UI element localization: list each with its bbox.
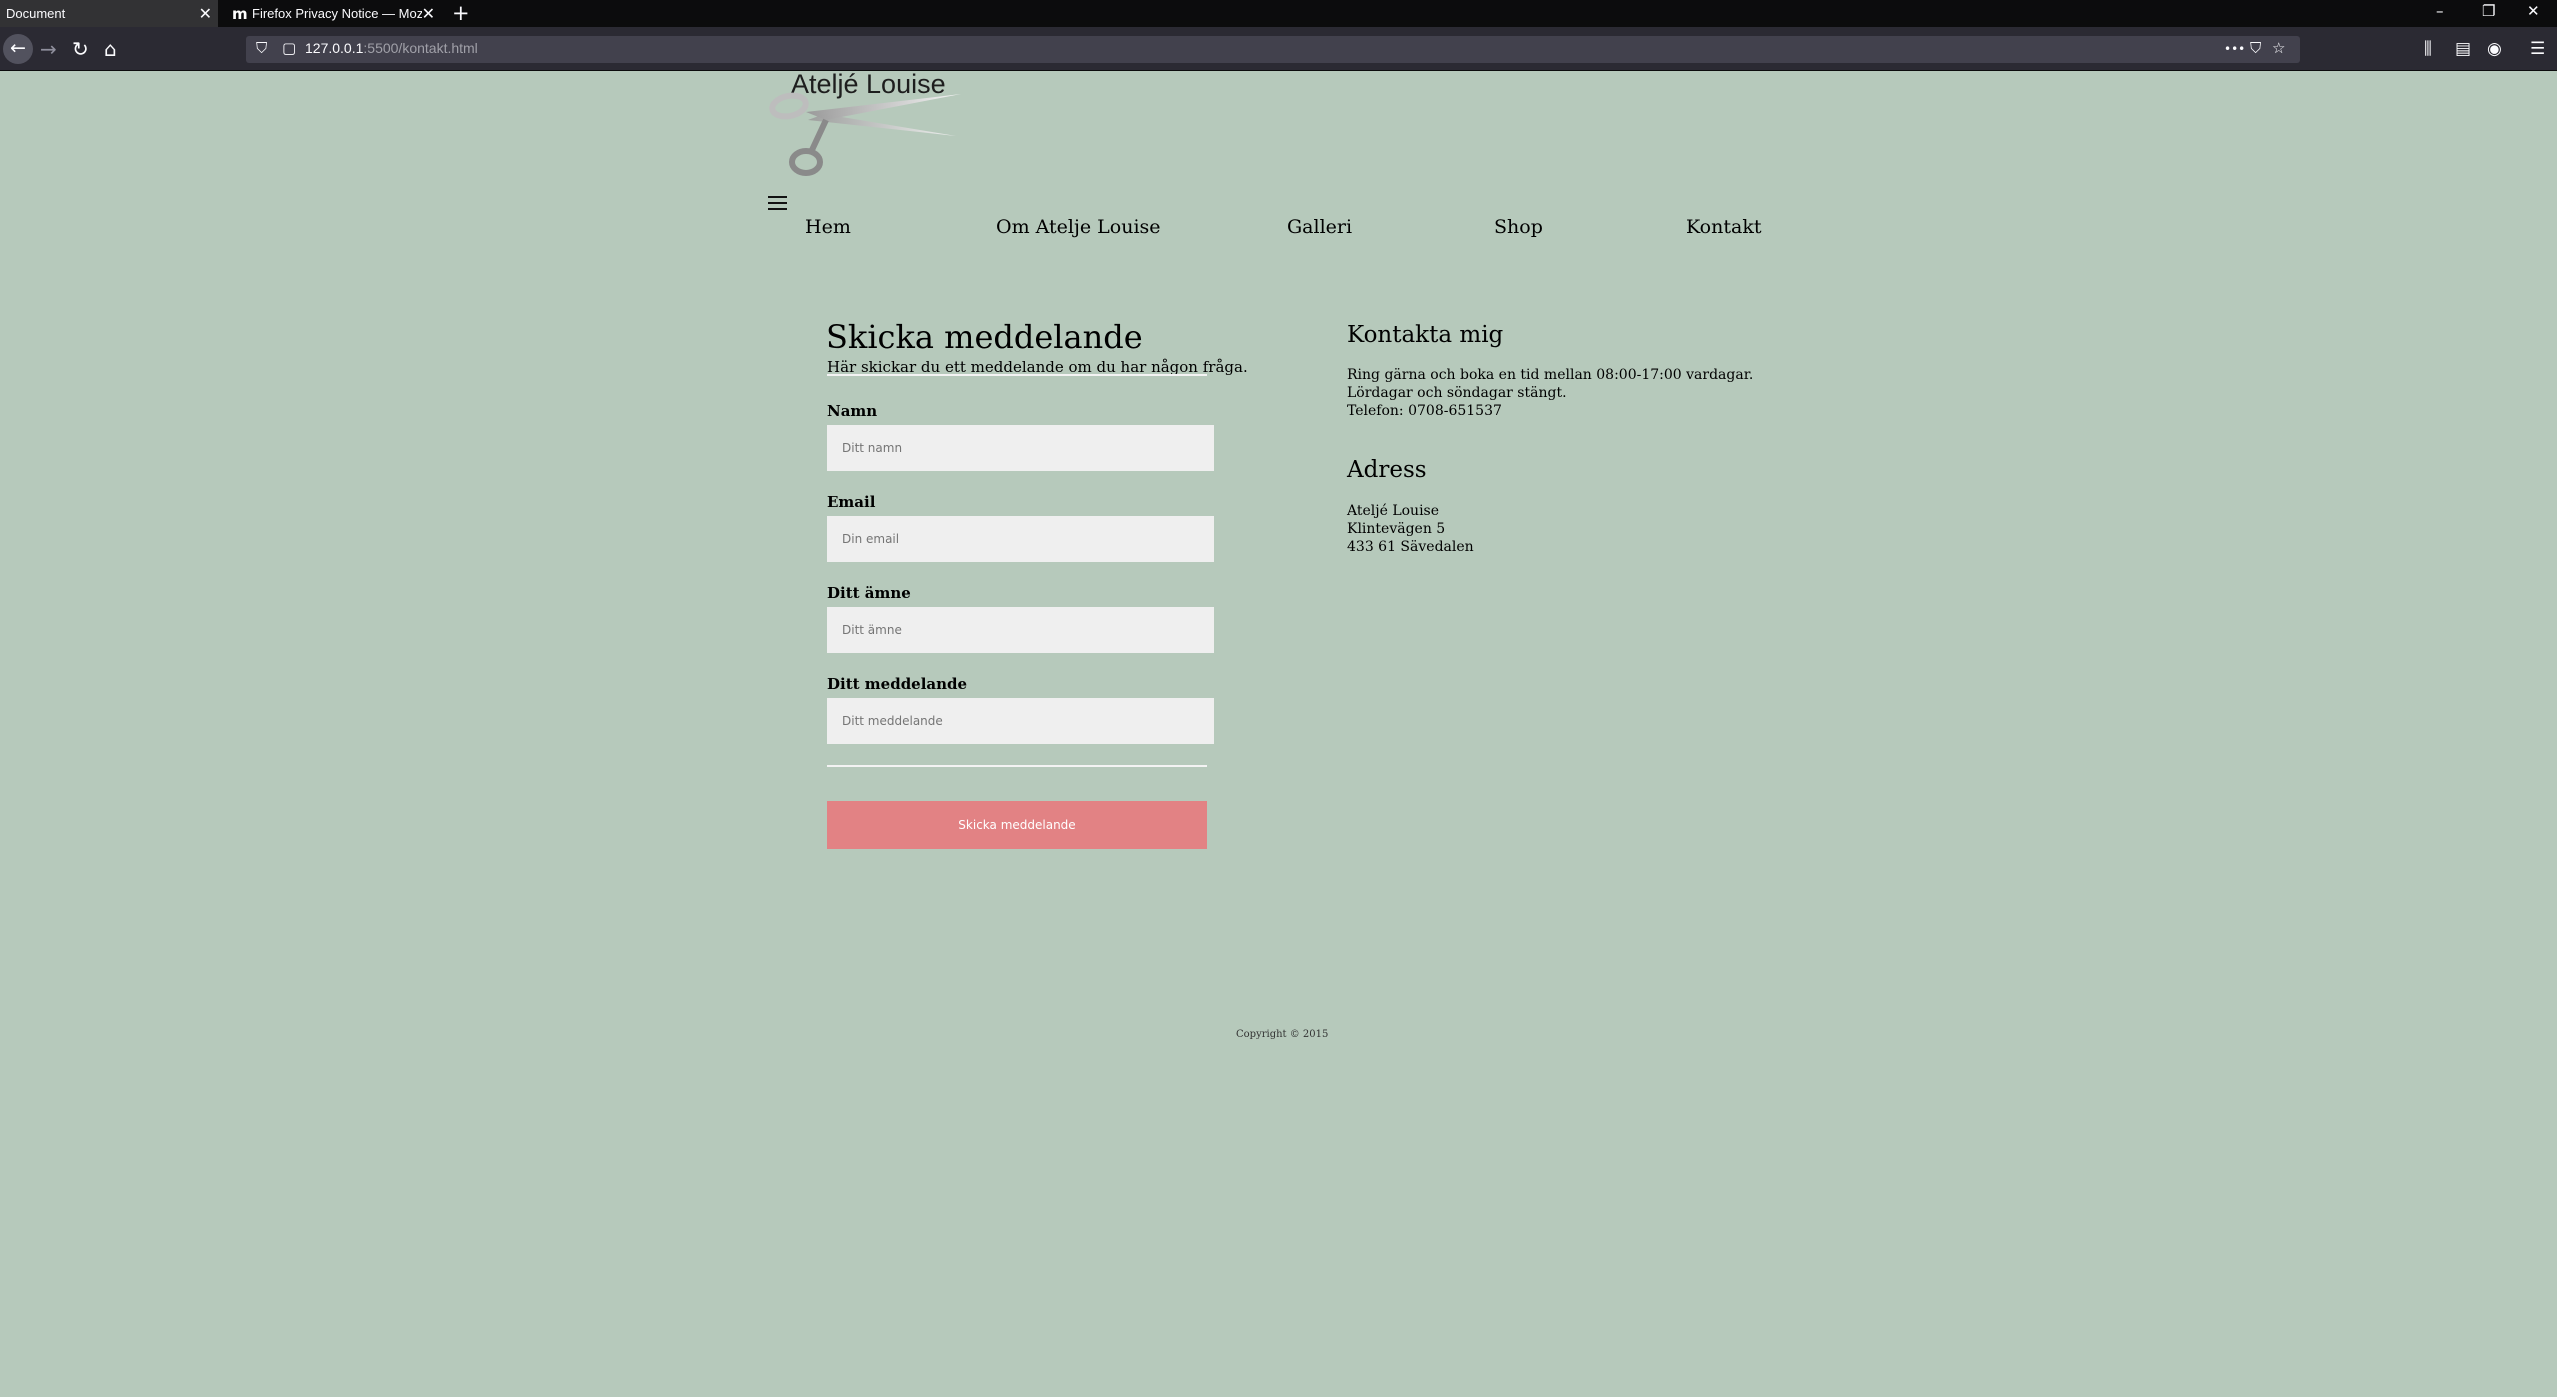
page-info-icon[interactable]: ▢ — [282, 39, 296, 57]
new-tab-icon[interactable]: + — [452, 1, 470, 25]
pocket-icon[interactable]: ⛉ — [2250, 39, 2261, 57]
url-path: :5500/kontakt.html — [363, 40, 478, 56]
tab-close-icon[interactable]: ✕ — [199, 4, 212, 23]
back-icon[interactable]: ← — [3, 34, 33, 64]
reload-icon[interactable]: ↻ — [72, 37, 89, 61]
form-divider-bottom — [827, 765, 1207, 767]
nav-link-hem[interactable]: Hem — [805, 216, 851, 238]
subject-label: Ditt ämne — [827, 584, 911, 602]
account-icon[interactable]: ◉ — [2487, 37, 2502, 61]
name-input[interactable] — [827, 425, 1214, 471]
address-city-line: 433 61 Sävedalen — [1347, 539, 1474, 555]
address-name-line: Ateljé Louise — [1347, 503, 1440, 519]
contact-hours-line: Ring gärna och boka en tid mellan 08:00-… — [1347, 367, 1754, 383]
bookmark-star-icon[interactable]: ☆ — [2272, 39, 2285, 57]
browser-toolbar: ← → ↻ ⌂ ⛉ ▢ 127.0.0.1:5500/kontakt.html … — [0, 27, 2557, 71]
browser-tab-bar: Document ✕ m Firefox Privacy Notice — Mo… — [0, 0, 2557, 27]
footer-copyright: Copyright © 2015 — [1236, 1029, 1329, 1040]
tab-document[interactable]: Document ✕ — [0, 0, 218, 27]
more-actions-icon[interactable]: ••• — [2224, 42, 2245, 56]
contact-phone-line: Telefon: 0708-651537 — [1347, 403, 1502, 419]
name-label: Namn — [827, 402, 878, 420]
form-divider-top — [827, 374, 1207, 376]
nav-link-shop[interactable]: Shop — [1494, 216, 1543, 238]
tab-firefox-privacy[interactable]: m Firefox Privacy Notice — Mozilla ✕ — [221, 0, 441, 27]
message-input[interactable] — [827, 698, 1214, 744]
url-bar[interactable]: ⛉ ▢ 127.0.0.1:5500/kontakt.html ••• ⛉ ☆ — [246, 36, 2300, 63]
address-heading: Adress — [1347, 457, 1427, 483]
scissors-logo-icon — [769, 92, 961, 176]
restore-icon[interactable]: ❐ — [2482, 2, 2495, 20]
nav-link-om-atelje-louise[interactable]: Om Atelje Louise — [996, 216, 1161, 238]
url-text[interactable]: 127.0.0.1:5500/kontakt.html — [305, 40, 478, 56]
message-label: Ditt meddelande — [827, 675, 968, 693]
app-menu-icon[interactable]: ☰ — [2530, 37, 2545, 61]
send-message-button[interactable]: Skicka meddelande — [827, 801, 1207, 849]
email-label: Email — [827, 493, 876, 511]
shield-icon[interactable]: ⛉ — [256, 39, 267, 57]
library-icon[interactable]: ⫼ — [2424, 37, 2432, 61]
tab-close-icon[interactable]: ✕ — [422, 4, 435, 23]
email-input[interactable] — [827, 516, 1214, 562]
contact-heading: Kontakta mig — [1347, 322, 1504, 348]
minimize-icon[interactable]: – — [2436, 2, 2444, 20]
sidebar-icon[interactable]: ▤ — [2455, 37, 2471, 61]
home-icon[interactable]: ⌂ — [104, 37, 117, 61]
contact-closed-line: Lördagar och söndagar stängt. — [1347, 385, 1567, 401]
address-street-line: Klintevägen 5 — [1347, 521, 1446, 537]
form-title: Skicka meddelande — [826, 318, 1143, 356]
tab-title: Firefox Privacy Notice — Mozilla — [252, 6, 422, 21]
hamburger-menu-icon[interactable] — [768, 196, 789, 212]
forward-icon[interactable]: → — [40, 37, 57, 61]
mozilla-favicon-icon: m — [232, 4, 248, 23]
url-host: 127.0.0.1 — [305, 40, 364, 56]
nav-link-kontakt[interactable]: Kontakt — [1686, 216, 1761, 238]
subject-input[interactable] — [827, 607, 1214, 653]
window-close-icon[interactable]: ✕ — [2527, 2, 2540, 20]
tab-title: Document — [6, 6, 66, 21]
nav-link-galleri[interactable]: Galleri — [1287, 216, 1352, 238]
